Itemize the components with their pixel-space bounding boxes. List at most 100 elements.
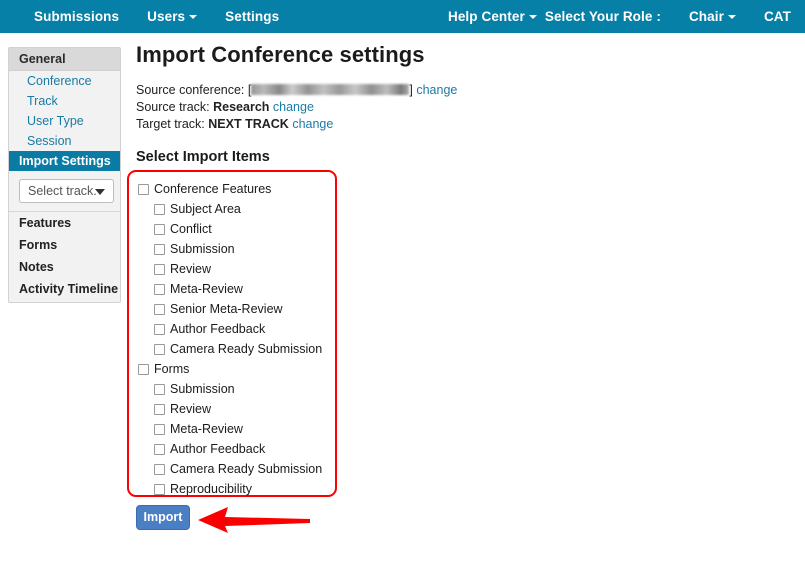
checkbox-row-form-reproducibility[interactable]: Reproducibility: [138, 479, 335, 499]
checkbox-feature-review[interactable]: [154, 263, 165, 275]
checkbox-form-camera-ready-submission[interactable]: [154, 463, 165, 475]
checkbox-row-feature-review[interactable]: Review: [138, 259, 335, 279]
checkbox-form-meta-review[interactable]: [154, 423, 165, 435]
chevron-down-icon: [528, 15, 537, 20]
checkbox-form-reproducibility[interactable]: [154, 483, 165, 495]
nav-item-role-chair[interactable]: Chair: [675, 0, 750, 33]
sidebar: General Conference Track User Type Sessi…: [8, 47, 121, 303]
checkbox-row-feature-subject-area[interactable]: Subject Area: [138, 199, 335, 219]
sidebar-item-activity-timeline[interactable]: Activity Timeline: [9, 278, 120, 300]
checkbox-row-conference-features[interactable]: Conference Features: [138, 179, 335, 199]
checkbox-label-feature-submission: Submission: [170, 242, 235, 256]
checkbox-label-form-review: Review: [170, 402, 211, 416]
checkbox-label-conference-features: Conference Features: [154, 182, 272, 196]
checkbox-row-feature-meta-review[interactable]: Meta-Review: [138, 279, 335, 299]
sidebar-item-forms[interactable]: Forms: [9, 234, 120, 256]
source-conference-close-bracket: ]: [409, 83, 413, 97]
nav-item-settings[interactable]: Settings: [211, 0, 293, 33]
checkbox-label-feature-senior-meta-review: Senior Meta-Review: [170, 302, 283, 316]
page-title: Import Conference settings: [136, 42, 425, 67]
checkbox-label-form-author-feedback: Author Feedback: [170, 442, 266, 456]
sidebar-item-forms-label: Forms: [19, 238, 58, 252]
nav-item-help-center[interactable]: Help Center: [434, 0, 539, 33]
checkbox-label-feature-author-feedback: Author Feedback: [170, 322, 266, 336]
sidebar-item-conference[interactable]: Conference: [9, 71, 120, 91]
checkbox-row-form-review[interactable]: Review: [138, 399, 335, 419]
nav-item-users[interactable]: Users: [133, 0, 211, 33]
checkbox-row-feature-senior-meta-review[interactable]: Senior Meta-Review: [138, 299, 335, 319]
nav-item-cat[interactable]: CAT: [750, 0, 805, 33]
nav-item-submissions[interactable]: Submissions: [20, 0, 133, 33]
checkbox-row-feature-submission[interactable]: Submission: [138, 239, 335, 259]
checkbox-label-feature-review: Review: [170, 262, 211, 276]
top-navigation-bar: Submissions Users Settings Help Center S…: [0, 0, 805, 33]
sidebar-item-notes[interactable]: Notes: [9, 256, 120, 278]
checkbox-feature-conflict[interactable]: [154, 223, 165, 235]
nav-item-cat-label: CAT: [763, 9, 791, 24]
source-track-value: Research: [213, 100, 270, 114]
checkbox-row-feature-author-feedback[interactable]: Author Feedback: [138, 319, 335, 339]
checkbox-label-form-meta-review: Meta-Review: [170, 422, 243, 436]
checkbox-feature-camera-ready-submission[interactable]: [154, 343, 165, 355]
checkbox-form-author-feedback[interactable]: [154, 443, 165, 455]
checkbox-feature-author-feedback[interactable]: [154, 323, 165, 335]
checkbox-row-form-meta-review[interactable]: Meta-Review: [138, 419, 335, 439]
target-track-label: Target track:: [136, 117, 205, 131]
checkbox-label-feature-conflict: Conflict: [170, 222, 212, 236]
checkbox-row-form-submission[interactable]: Submission: [138, 379, 335, 399]
checkbox-feature-senior-meta-review[interactable]: [154, 303, 165, 315]
source-track-change-link[interactable]: change: [273, 100, 314, 114]
sidebar-item-features-label: Features: [19, 216, 72, 230]
checkbox-forms[interactable]: [138, 363, 149, 375]
import-button-label: Import: [143, 510, 183, 524]
checkbox-label-form-camera-ready-submission: Camera Ready Submission: [170, 462, 323, 476]
import-items-panel: Conference Features Subject Area Conflic…: [127, 170, 337, 497]
checkbox-row-feature-conflict[interactable]: Conflict: [138, 219, 335, 239]
sidebar-item-features[interactable]: Features: [9, 212, 120, 234]
sidebar-header-general: General: [9, 48, 120, 71]
sidebar-header-general-label: General: [19, 52, 66, 66]
import-button[interactable]: Import: [136, 505, 190, 530]
checkbox-label-form-submission: Submission: [170, 382, 235, 396]
sidebar-item-session[interactable]: Session: [9, 131, 120, 151]
sidebar-item-import-settings[interactable]: Import Settings: [9, 151, 120, 171]
nav-item-help-center-label: Help Center: [447, 9, 525, 24]
sidebar-item-notes-label: Notes: [19, 260, 54, 274]
nav-item-settings-label: Settings: [225, 9, 280, 24]
checkbox-row-feature-camera-ready-submission[interactable]: Camera Ready Submission: [138, 339, 335, 359]
source-conference-label: Source conference:: [136, 83, 245, 97]
sidebar-item-conference-label: Conference: [27, 74, 92, 88]
sidebar-item-track[interactable]: Track: [9, 91, 120, 111]
sidebar-item-activity-timeline-label: Activity Timeline: [19, 282, 119, 296]
sidebar-item-user-type-label: User Type: [27, 114, 84, 128]
checkbox-form-review[interactable]: [154, 403, 165, 415]
target-track-change-link[interactable]: change: [292, 117, 333, 131]
checkbox-feature-subject-area[interactable]: [154, 203, 165, 215]
checkbox-row-form-author-feedback[interactable]: Author Feedback: [138, 439, 335, 459]
nav-item-submissions-label: Submissions: [34, 9, 120, 24]
select-your-role-text: Select Your Role :: [544, 9, 661, 24]
checkbox-row-form-camera-ready-submission[interactable]: Camera Ready Submission: [138, 459, 335, 479]
import-items-list: Conference Features Subject Area Conflic…: [129, 172, 335, 499]
nav-item-users-label: Users: [147, 9, 186, 24]
chevron-down-icon: [727, 15, 736, 20]
chevron-down-icon: [95, 189, 105, 195]
track-select-wrapper: Select track.: [9, 171, 120, 211]
checkbox-label-feature-meta-review: Meta-Review: [170, 282, 243, 296]
checkbox-label-form-reproducibility: Reproducibility: [170, 482, 252, 496]
checkbox-label-forms: Forms: [154, 362, 190, 376]
source-track-label: Source track:: [136, 100, 210, 114]
target-track-value: NEXT TRACK: [208, 117, 289, 131]
source-conference-redacted-value: [251, 84, 410, 95]
nav-item-role-chair-label: Chair: [688, 9, 724, 24]
sidebar-item-user-type[interactable]: User Type: [9, 111, 120, 131]
checkbox-form-submission[interactable]: [154, 383, 165, 395]
checkbox-label-feature-camera-ready-submission: Camera Ready Submission: [170, 342, 323, 356]
track-select[interactable]: Select track.: [19, 179, 114, 203]
checkbox-feature-submission[interactable]: [154, 243, 165, 255]
main-content: Import Conference settings Source confer…: [136, 42, 776, 165]
checkbox-conference-features[interactable]: [138, 183, 149, 195]
checkbox-feature-meta-review[interactable]: [154, 283, 165, 295]
checkbox-row-forms[interactable]: Forms: [138, 359, 335, 379]
source-conference-change-link[interactable]: change: [416, 83, 457, 97]
